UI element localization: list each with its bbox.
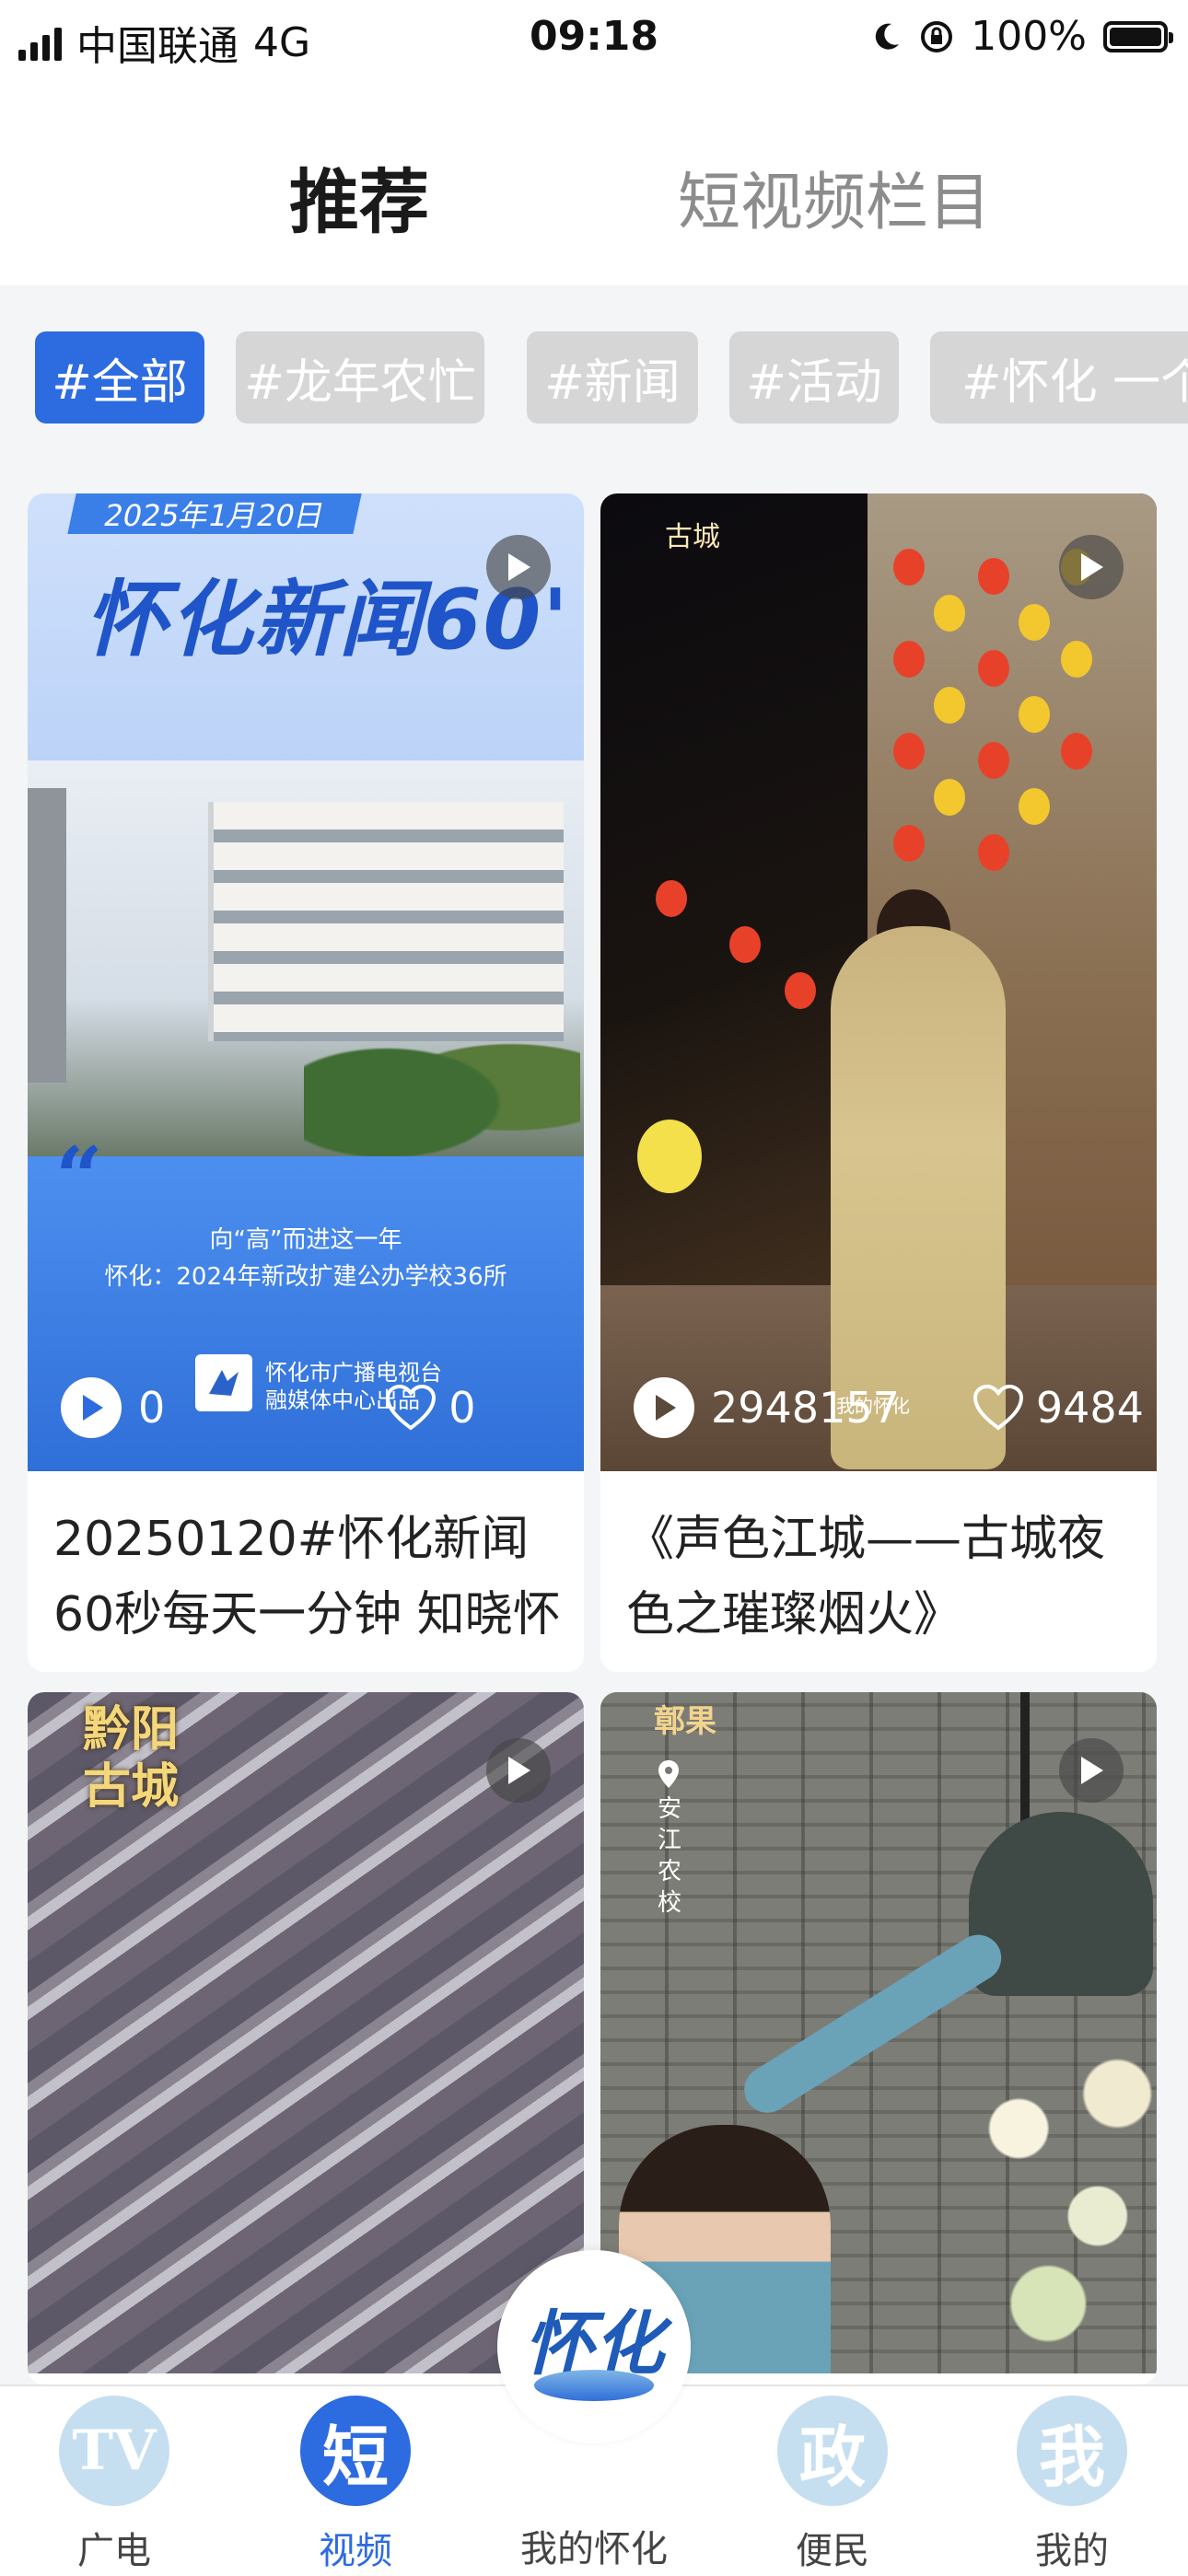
location-pin-icon bbox=[658, 1760, 679, 1788]
lantern bbox=[729, 926, 761, 963]
play-count: 0 bbox=[138, 1383, 166, 1433]
lantern bbox=[934, 687, 965, 724]
video-thumbnail[interactable]: 2025年1月20日 怀化新闻60' “ 向“高”而进这一年 怀化：2024年新… bbox=[28, 493, 584, 1471]
play-icon[interactable] bbox=[1059, 535, 1124, 599]
like-count: 9484 bbox=[1035, 1383, 1144, 1433]
moon-icon bbox=[875, 23, 900, 50]
nav-tv[interactable]: TV 广电 bbox=[13, 2386, 215, 2576]
quote-mark: “ bbox=[55, 1129, 103, 1226]
lantern bbox=[893, 641, 925, 678]
lantern bbox=[785, 972, 816, 1009]
like-stat: 0 bbox=[384, 1383, 476, 1433]
thumbnail-subtitle-2: 怀化：2024年新改扩建公办学校36所 bbox=[104, 1263, 507, 1291]
thumbnail-building-left bbox=[28, 788, 66, 1083]
play-count-icon bbox=[61, 1377, 122, 1438]
tab-short-video-columns[interactable]: 短视频栏目 bbox=[678, 151, 991, 242]
play-icon[interactable] bbox=[486, 1738, 551, 1803]
chip-all[interactable]: #全部 bbox=[35, 331, 204, 424]
profile-icon: 我 bbox=[1017, 2396, 1127, 2506]
chip-dragon-year-farming[interactable]: #龙年农忙 bbox=[236, 331, 484, 424]
thumbnail-rope bbox=[1020, 1692, 1030, 1821]
rotation-lock-icon bbox=[921, 20, 953, 52]
thumbnail-overlay-text: 鄣果 bbox=[654, 1703, 716, 1740]
chip-events[interactable]: #活动 bbox=[729, 331, 899, 424]
video-stats: 2948157 9484 bbox=[634, 1377, 1144, 1438]
thumbnail-location: 安江农校 bbox=[657, 1795, 681, 1917]
battery-icon bbox=[1103, 20, 1173, 52]
battery-percent: 100% bbox=[971, 13, 1087, 60]
lantern bbox=[656, 880, 687, 917]
lantern bbox=[934, 779, 965, 816]
video-card[interactable]: 2025年1月20日 怀化新闻60' “ 向“高”而进这一年 怀化：2024年新… bbox=[28, 493, 584, 1672]
nav-label: 广电 bbox=[77, 2530, 151, 2572]
video-thumbnail[interactable]: 古城 我的怀化 2948157 9484 bbox=[600, 493, 1157, 1471]
nav-label: 我的 bbox=[1035, 2530, 1109, 2572]
lantern bbox=[1019, 604, 1050, 641]
header: 推荐 短视频栏目 bbox=[0, 81, 1188, 285]
thumbnail-overlay-text: 黔阳 古城 bbox=[83, 1701, 180, 1815]
video-card[interactable]: 鄣果 安江农校 bbox=[600, 1692, 1157, 2385]
thumbnail-date: 2025年1月20日 bbox=[67, 493, 362, 534]
heart-icon[interactable] bbox=[972, 1384, 1025, 1432]
lantern bbox=[1019, 788, 1050, 825]
video-caption[interactable]: 20250120#怀化新闻60秒每天一分钟 知晓怀化事… bbox=[53, 1502, 565, 1653]
status-right: 100% bbox=[869, 13, 1173, 60]
lantern bbox=[1061, 733, 1092, 770]
lantern bbox=[1019, 696, 1050, 733]
video-caption[interactable]: 《声色江城——古城夜色之璀璨烟火》 bbox=[626, 1502, 1138, 1653]
thumbnail-trees bbox=[304, 1009, 580, 1166]
status-bar: 中国联通 4G 09:18 100% bbox=[0, 0, 1188, 81]
nav-video[interactable]: 短 视频 bbox=[254, 2386, 457, 2576]
nav-profile[interactable]: 我 我的 bbox=[971, 2386, 1173, 2576]
nav-label[interactable]: 我的怀化 bbox=[479, 2519, 709, 2572]
nav-services[interactable]: 政 便民 bbox=[731, 2386, 934, 2576]
nav-label: 便民 bbox=[796, 2530, 869, 2572]
thumbnail-flowers bbox=[960, 2024, 1157, 2373]
thumbnail-building bbox=[208, 802, 564, 1041]
play-count-icon bbox=[634, 1377, 694, 1438]
video-card[interactable]: 黔阳 古城 bbox=[28, 1692, 584, 2385]
services-icon: 政 bbox=[777, 2396, 888, 2506]
video-thumbnail[interactable]: 鄣果 安江农校 bbox=[600, 1692, 1157, 2385]
topic-chips: #全部 #龙年农忙 #新闻 #活动 #怀化 一个 bbox=[0, 331, 1188, 427]
video-card[interactable]: 古城 我的怀化 2948157 9484 《声色江城——古城夜色之璀璨烟火》 bbox=[600, 493, 1157, 1672]
play-count: 2948157 bbox=[711, 1383, 900, 1433]
thumbnail-overlay-text: 古城 bbox=[665, 521, 720, 553]
lantern bbox=[978, 558, 1009, 595]
nav-label: 视频 bbox=[319, 2530, 392, 2572]
video-stats: 0 0 bbox=[61, 1377, 476, 1438]
lantern bbox=[637, 1120, 702, 1193]
logo-wave bbox=[534, 2370, 654, 2401]
lantern bbox=[934, 595, 965, 632]
lantern bbox=[978, 742, 1009, 779]
lantern bbox=[978, 834, 1009, 871]
lantern bbox=[1061, 641, 1092, 678]
video-icon: 短 bbox=[300, 2396, 411, 2506]
video-thumbnail[interactable]: 黔阳 古城 bbox=[28, 1692, 584, 2385]
play-icon[interactable] bbox=[486, 535, 551, 599]
like-stat: 9484 bbox=[972, 1383, 1144, 1433]
lantern bbox=[893, 549, 925, 586]
nav-my-huaihua[interactable]: 怀化 bbox=[497, 2250, 691, 2443]
chip-news[interactable]: #新闻 bbox=[527, 331, 698, 424]
chip-huaihua[interactable]: #怀化 一个 bbox=[930, 331, 1188, 424]
lantern bbox=[978, 650, 1009, 687]
heart-icon[interactable] bbox=[384, 1384, 437, 1432]
tab-recommend[interactable]: 推荐 bbox=[289, 145, 429, 247]
thumbnail-subtitle: 向“高”而进这一年 bbox=[209, 1226, 402, 1254]
play-icon[interactable] bbox=[1059, 1738, 1124, 1803]
tv-icon: TV bbox=[59, 2396, 169, 2506]
lantern bbox=[893, 825, 925, 862]
like-count: 0 bbox=[448, 1383, 476, 1433]
lantern bbox=[893, 733, 925, 770]
